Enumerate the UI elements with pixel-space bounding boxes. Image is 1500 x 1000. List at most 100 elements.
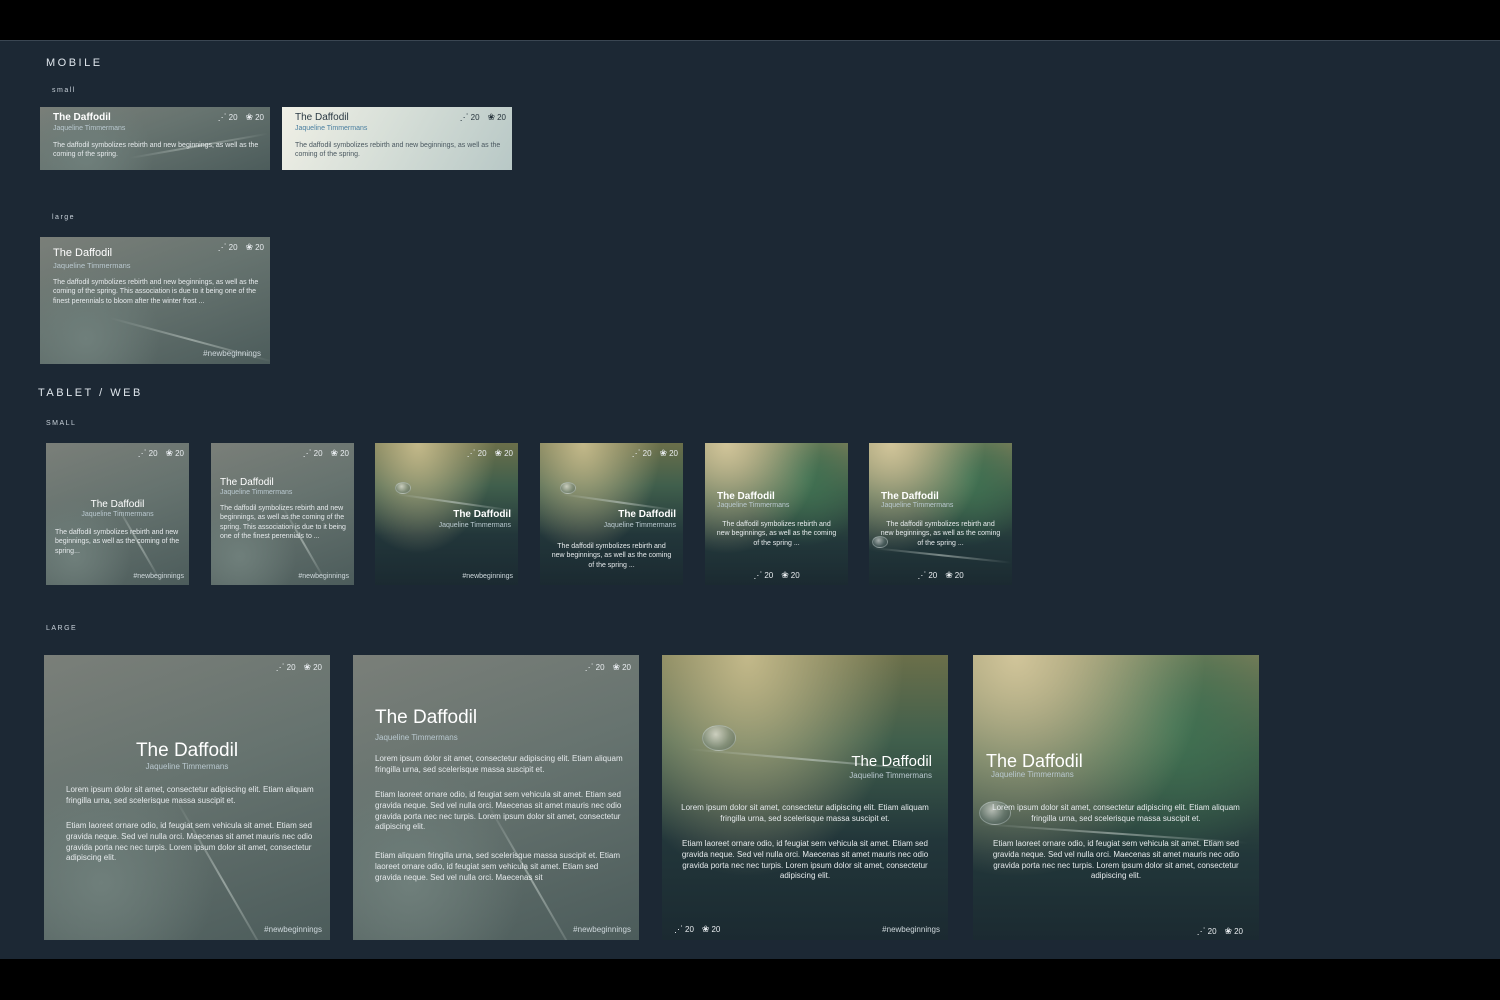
card-title: The Daffodil (986, 751, 1083, 771)
section-mobile-large: large (52, 214, 76, 221)
share-stat[interactable]: ⋰ 20 (917, 571, 937, 581)
tablet-small-card-3[interactable]: The Daffodil Jaqueline Timmermans #newbe… (375, 443, 518, 585)
card-stats: ⋰ 20 ❀ 20 (303, 449, 349, 459)
like-stat[interactable]: ❀ 20 (495, 449, 513, 459)
share-stat[interactable]: ⋰ 20 (753, 570, 773, 581)
card-stats: ⋰ 20 ❀ 20 (466, 448, 513, 459)
stem-graphic (173, 795, 275, 940)
tablet-large-card-4[interactable]: The Daffodil Jaqueline Timmermans Lorem … (973, 655, 1259, 940)
like-stat[interactable]: ❀ 20 (246, 243, 264, 253)
card-description: The daffodil symbolizes rebirth and new … (220, 505, 346, 541)
card-title: The Daffodil (618, 509, 676, 520)
card-title: The Daffodil (53, 247, 113, 259)
card-hashtag[interactable]: #newbeginnings (264, 925, 322, 934)
like-stat[interactable]: ❀ 20 (781, 570, 799, 581)
card-author: Jaqueline Timmermans (81, 511, 154, 518)
section-tablet-large: LARGE (46, 625, 78, 632)
card-hashtag[interactable]: #newbeginnings (203, 349, 261, 358)
like-stat[interactable]: ❀ 20 (945, 571, 963, 581)
card-author: Jaqueline Timmermans (295, 125, 368, 132)
share-stat[interactable]: ⋰ 20 (631, 448, 652, 459)
card-description: The daffodil symbolizes rebirth and new … (880, 521, 1001, 547)
share-stat[interactable]: ⋰ 20 (217, 242, 238, 253)
share-icon: ⋰ (466, 448, 476, 458)
card-hashtag[interactable]: #newbeginnings (882, 925, 940, 934)
card-author: Jaqueline Timmermans (438, 522, 511, 529)
share-stat[interactable]: ⋰ 20 (674, 924, 694, 935)
card-hashtag[interactable]: #newbeginnings (133, 573, 184, 580)
card-author: Jaqueline Timmermans (991, 770, 1074, 779)
share-stat[interactable]: ⋰ 20 (275, 662, 296, 673)
like-stat[interactable]: ❀ 20 (331, 449, 349, 459)
share-icon: ⋰ (753, 570, 763, 580)
tablet-small-card-6[interactable]: The Daffodil Jaqueline Timmermans The da… (869, 443, 1012, 585)
share-icon: ⋰ (631, 448, 641, 458)
lotus-icon: ❀ (781, 570, 789, 580)
card-title: The Daffodil (881, 491, 939, 502)
like-stat[interactable]: ❀ 20 (1224, 926, 1243, 937)
share-stat[interactable]: ⋰ 20 (584, 662, 605, 673)
card-title: The Daffodil (220, 477, 274, 488)
card-stats: ⋰ 20 ❀ 20 (631, 448, 678, 459)
mobile-small-card-light[interactable]: The Daffodil Jaqueline Timmermans The da… (282, 107, 512, 170)
card-stats: ⋰ 20 ❀ 20 (138, 448, 184, 459)
card-stats: ⋰ 20 ❀ 20 (275, 662, 322, 673)
share-stat[interactable]: ⋰ 20 (460, 113, 480, 123)
card-body-p1: Lorem ipsum dolor sit amet, consectetur … (992, 803, 1240, 823)
share-stat[interactable]: ⋰ 20 (303, 449, 323, 459)
tablet-small-card-4[interactable]: The Daffodil Jaqueline Timmermans The da… (540, 443, 683, 585)
card-body-p1: Lorem ipsum dolor sit amet, consectetur … (66, 785, 314, 805)
like-stat[interactable]: ❀ 20 (701, 924, 720, 935)
share-icon: ⋰ (674, 924, 683, 934)
card-description: The daffodil symbolizes rebirth and new … (295, 142, 501, 159)
lotus-icon: ❀ (1224, 926, 1233, 936)
card-author: Jaqueline Timmermans (145, 762, 229, 771)
tablet-large-card-2[interactable]: The Daffodil Jaqueline Timmermans Lorem … (353, 655, 639, 940)
card-hashtag[interactable]: #newbeginnings (298, 573, 349, 580)
card-title: The Daffodil (375, 707, 478, 728)
share-stat[interactable]: ⋰ 20 (138, 449, 158, 459)
section-mobile-small: small (52, 87, 76, 94)
like-stat[interactable]: ❀ 20 (660, 449, 678, 459)
card-description: The daffodil symbolizes rebirth and new … (53, 279, 259, 305)
share-icon: ⋰ (275, 662, 285, 672)
card-hashtag[interactable]: #newbeginnings (462, 573, 513, 580)
like-stat[interactable]: ❀ 20 (487, 112, 506, 123)
card-description: The daffodil symbolizes rebirth and new … (53, 142, 259, 159)
tablet-large-card-1[interactable]: The Daffodil Jaqueline Timmermans Lorem … (44, 655, 330, 940)
section-tablet-small: SMALL (46, 420, 77, 427)
share-icon: ⋰ (217, 242, 227, 252)
card-stats: ⋰ 20 ❀ 20 (674, 924, 720, 935)
lotus-icon: ❀ (701, 924, 710, 934)
section-mobile: MOBILE (46, 57, 103, 69)
tablet-large-card-3[interactable]: The Daffodil Jaqueline Timmermans Lorem … (662, 655, 948, 940)
tablet-small-card-2[interactable]: The Daffodil Jaqueline Timmermans The da… (211, 443, 354, 585)
card-author: Jaqueline Timmermans (53, 125, 126, 132)
mobile-large-card[interactable]: The Daffodil Jaqueline Timmermans The da… (40, 237, 270, 364)
card-title: The Daffodil (90, 499, 145, 510)
tablet-small-card-1[interactable]: The Daffodil Jaqueline Timmermans The da… (46, 443, 189, 585)
share-stat[interactable]: ⋰ 20 (1197, 927, 1217, 937)
share-stat[interactable]: ⋰ 20 (466, 448, 487, 459)
mobile-small-card-dark[interactable]: The Daffodil Jaqueline Timmermans The da… (40, 107, 270, 170)
card-author: Jaqueline Timmermans (849, 771, 932, 780)
card-author: Jaqueline Timmermans (603, 522, 676, 529)
card-author: Jaqueline Timmermans (220, 489, 293, 496)
card-hashtag[interactable]: #newbeginnings (573, 925, 631, 934)
card-title: The Daffodil (295, 112, 349, 123)
card-author: Jaqueline Timmermans (881, 502, 954, 509)
like-stat[interactable]: ❀ 20 (304, 663, 322, 673)
like-stat[interactable]: ❀ 20 (613, 663, 631, 673)
card-title: The Daffodil (717, 491, 775, 502)
lotus-icon: ❀ (487, 112, 496, 122)
like-stat[interactable]: ❀ 20 (246, 113, 264, 123)
card-body-p2: Etiam laoreet ornare odio, id feugiat se… (681, 839, 929, 881)
lotus-icon: ❀ (165, 448, 174, 458)
like-stat[interactable]: ❀ 20 (165, 448, 184, 459)
card-description: The daffodil symbolizes rebirth and new … (55, 529, 180, 555)
share-icon: ⋰ (584, 662, 594, 672)
card-description: The daffodil symbolizes rebirth and new … (716, 521, 837, 547)
tablet-small-card-5[interactable]: The Daffodil Jaqueline Timmermans The da… (705, 443, 848, 585)
share-stat[interactable]: ⋰ 20 (218, 113, 238, 123)
card-body-p1: Lorem ipsum dolor sit amet, consectetur … (375, 754, 623, 774)
